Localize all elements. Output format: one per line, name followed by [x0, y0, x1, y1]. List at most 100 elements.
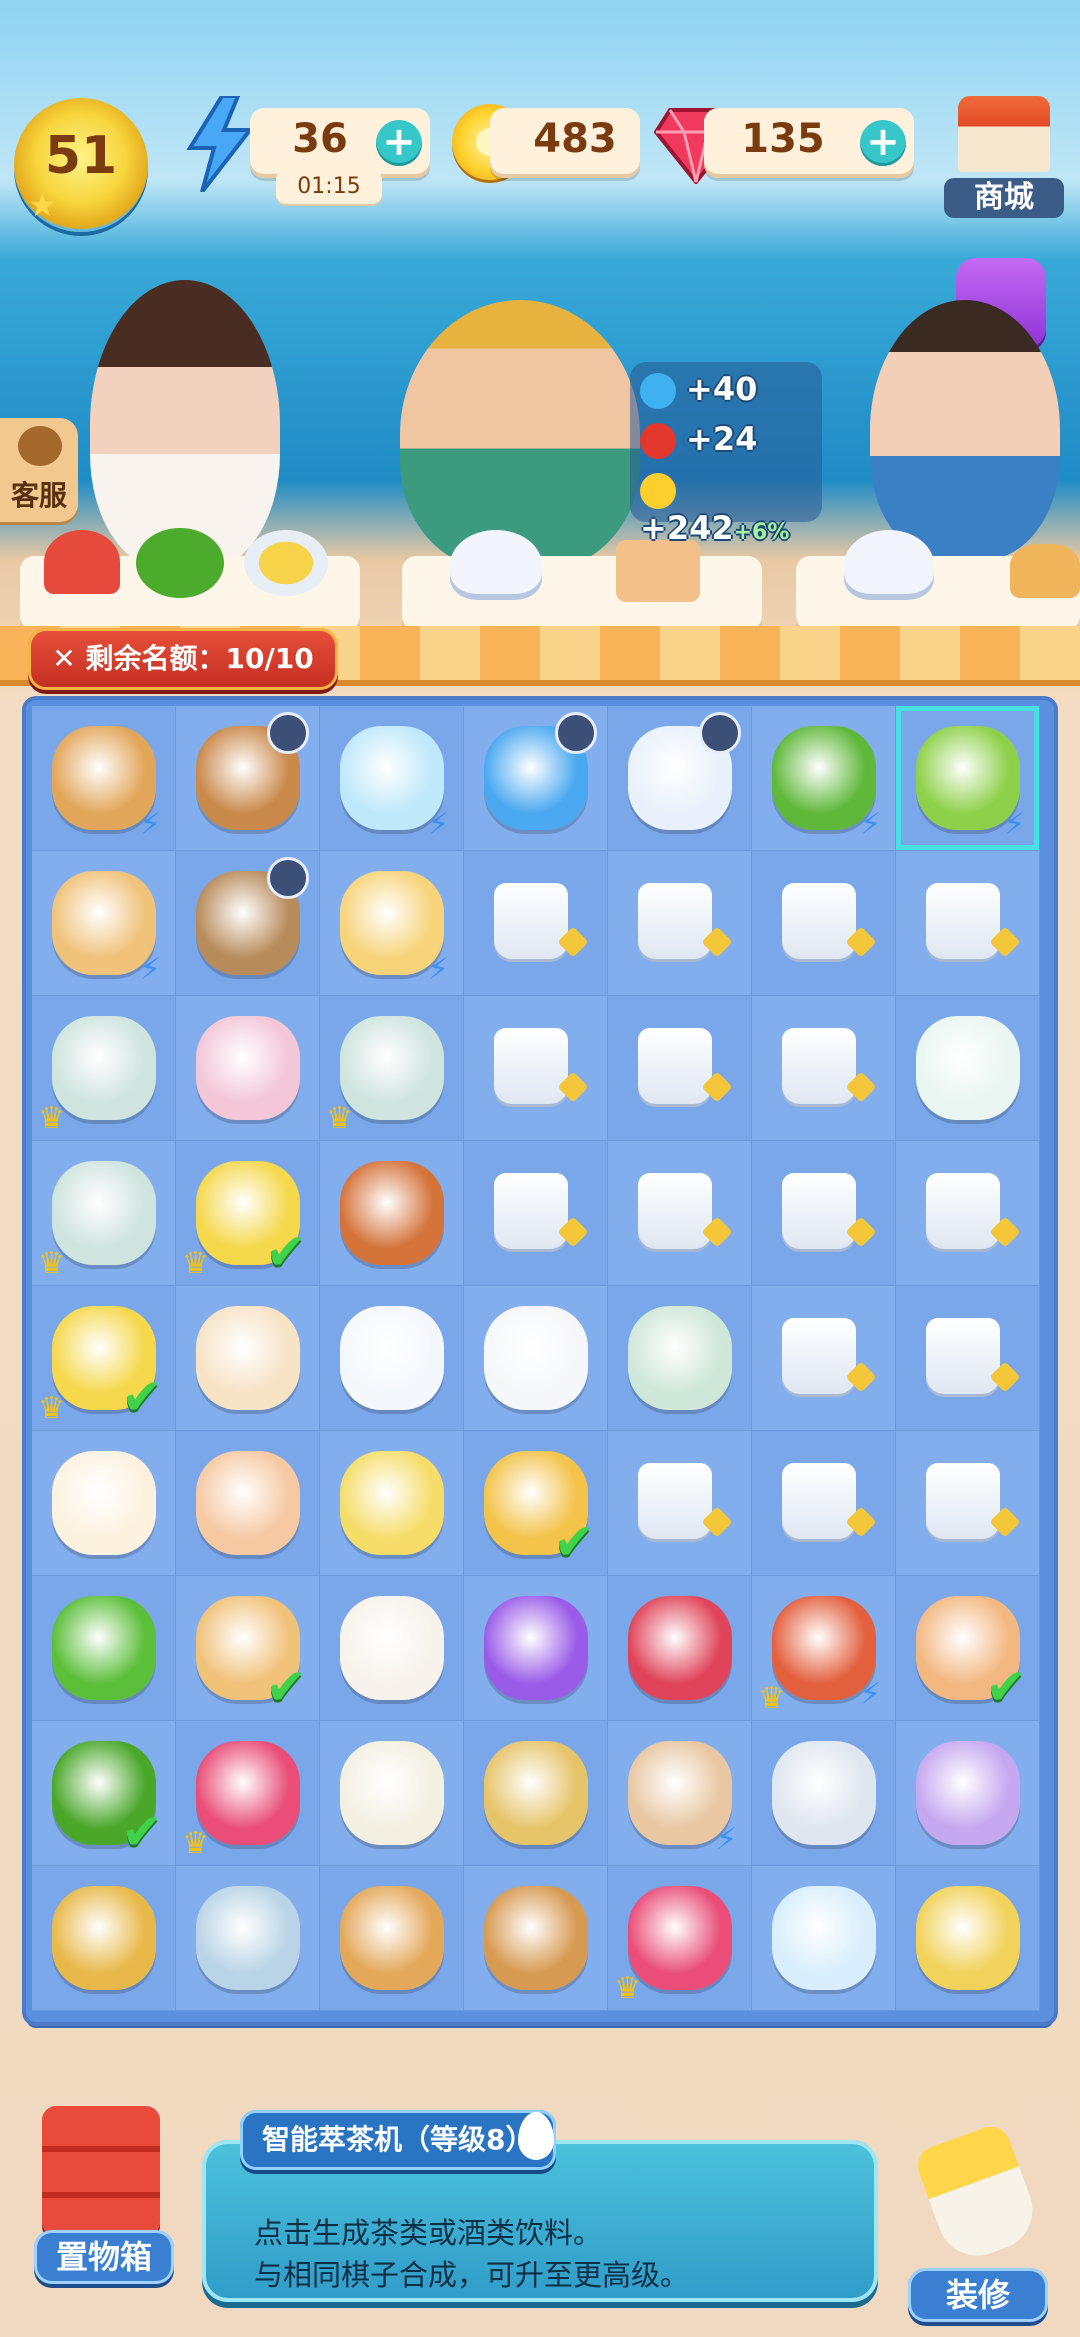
board-cell[interactable] [464, 706, 608, 851]
board-cell[interactable]: ♛ [32, 996, 176, 1141]
board-cell[interactable] [32, 1431, 176, 1576]
board-cell[interactable]: ⚡ [608, 1721, 752, 1866]
board-cell[interactable] [896, 1141, 1040, 1286]
checkmark-icon: ✔ [265, 1223, 307, 1281]
board-cell[interactable]: ♛ [608, 1866, 752, 2011]
corn-soup-icon [244, 530, 328, 596]
board-cell[interactable] [896, 851, 1040, 996]
board-cell[interactable]: ✔ [32, 1721, 176, 1866]
board-cell[interactable]: ✔ [176, 1576, 320, 1721]
board-cell[interactable] [176, 1866, 320, 2011]
red-bubble-icon [628, 1596, 732, 1700]
coin-icon [640, 473, 676, 509]
board-cell[interactable]: ✔ [896, 1576, 1040, 1721]
cooldown-clock-icon [267, 857, 309, 899]
board-cell[interactable]: ♛ ✔ [176, 1141, 320, 1286]
tea-bag-icon [926, 1173, 1000, 1249]
energy-bolt-icon: ⚡ [427, 952, 449, 987]
juicer-icon [340, 1741, 444, 1845]
tea-bag-icon [926, 1463, 1000, 1539]
board-cell[interactable] [320, 1576, 464, 1721]
board-cell[interactable]: ⚡ [32, 706, 176, 851]
customer-service-button[interactable]: 客服 [0, 418, 78, 522]
board-cell[interactable] [32, 1866, 176, 2011]
storage-box-button[interactable]: 置物箱 [26, 2096, 176, 2284]
board-cell[interactable] [320, 1141, 464, 1286]
decorate-button[interactable]: 装修 [888, 2120, 1068, 2330]
board-cell[interactable] [608, 706, 752, 851]
energy-counter[interactable]: 36 + [250, 108, 430, 178]
add-energy-button[interactable]: + [376, 120, 422, 166]
item-info-line-1: 点击生成茶类或酒类饮料。 [254, 2216, 603, 2250]
porcelain-cup-icon [916, 1016, 1020, 1120]
board-cell[interactable] [320, 1721, 464, 1866]
board-cell[interactable]: ⚡ [320, 851, 464, 996]
board-cell[interactable]: ✔ [464, 1431, 608, 1576]
board-cell[interactable] [464, 1286, 608, 1431]
board-cell[interactable] [752, 1141, 896, 1286]
board-cell[interactable] [608, 1431, 752, 1576]
board-cell[interactable] [752, 1286, 896, 1431]
board-cell[interactable] [464, 1576, 608, 1721]
board-cell[interactable] [752, 851, 896, 996]
board-cell[interactable] [896, 1286, 1040, 1431]
board-cell[interactable] [608, 851, 752, 996]
board-cell[interactable] [896, 1866, 1040, 2011]
energy-bolt-icon: ⚡ [859, 1677, 881, 1712]
board-cell[interactable] [464, 851, 608, 996]
board-cell[interactable] [320, 1431, 464, 1576]
crown-icon: ♛ [182, 1826, 209, 1861]
board-cell[interactable] [320, 1866, 464, 2011]
board-cell[interactable]: ⚡ ♛ [752, 1576, 896, 1721]
board-cell[interactable]: ⚡ [896, 706, 1040, 851]
board-cell[interactable]: ⚡ [32, 851, 176, 996]
level-badge[interactable]: 51 ★ [14, 98, 148, 232]
board-cell[interactable] [464, 1141, 608, 1286]
board-cell[interactable] [32, 1576, 176, 1721]
watermelon-icon [44, 530, 120, 594]
board-cell[interactable] [608, 1576, 752, 1721]
board-cell[interactable] [176, 1431, 320, 1576]
board-cell[interactable] [464, 1721, 608, 1866]
reward-lantern: +24 [640, 420, 757, 459]
crown-icon: ♛ [182, 1246, 209, 1281]
board-cell[interactable] [608, 1286, 752, 1431]
board-cell[interactable] [464, 996, 608, 1141]
fried-rice-icon [616, 540, 700, 602]
popsicle-icon [196, 1451, 300, 1555]
board-cell[interactable]: ♛ ✔ [32, 1286, 176, 1431]
shop-button[interactable]: 商城 [944, 96, 1064, 220]
board-cell[interactable] [752, 1431, 896, 1576]
board-cell[interactable] [608, 1141, 752, 1286]
cooldown-clock-icon [555, 712, 597, 754]
gem-counter[interactable]: 135 + [704, 108, 914, 178]
board-cell[interactable]: ⚡ [320, 706, 464, 851]
fishing-rod-icon [484, 1741, 588, 1845]
green-onion-icon [52, 1596, 156, 1700]
board-cell[interactable] [176, 996, 320, 1141]
coin-counter[interactable]: 483 [490, 108, 640, 178]
energy-potion-icon [640, 373, 676, 409]
board-cell[interactable] [896, 1431, 1040, 1576]
board-cell[interactable] [896, 996, 1040, 1141]
board-cell[interactable] [176, 706, 320, 851]
crown-icon: ♛ [614, 1971, 641, 2006]
board-cell[interactable]: ⚡ [752, 706, 896, 851]
add-gems-button[interactable]: + [860, 120, 906, 166]
board-cell[interactable]: ♛ [32, 1141, 176, 1286]
board-cell[interactable] [896, 1721, 1040, 1866]
board-cell[interactable] [752, 1721, 896, 1866]
board-cell[interactable]: ♛ [320, 996, 464, 1141]
board-cell[interactable] [608, 996, 752, 1141]
board-cell[interactable] [320, 1286, 464, 1431]
board-cell[interactable] [464, 1866, 608, 2011]
board-cell[interactable] [176, 1286, 320, 1431]
tea-bag-icon [494, 1173, 568, 1249]
tea-bag-icon [638, 1028, 712, 1104]
board-cell[interactable] [752, 996, 896, 1141]
board-cell[interactable]: ♛ [176, 1721, 320, 1866]
storage-box-icon [42, 2106, 160, 2236]
board-cell[interactable] [176, 851, 320, 996]
board-cell[interactable] [752, 1866, 896, 2011]
gem-value: 135 [741, 116, 825, 162]
